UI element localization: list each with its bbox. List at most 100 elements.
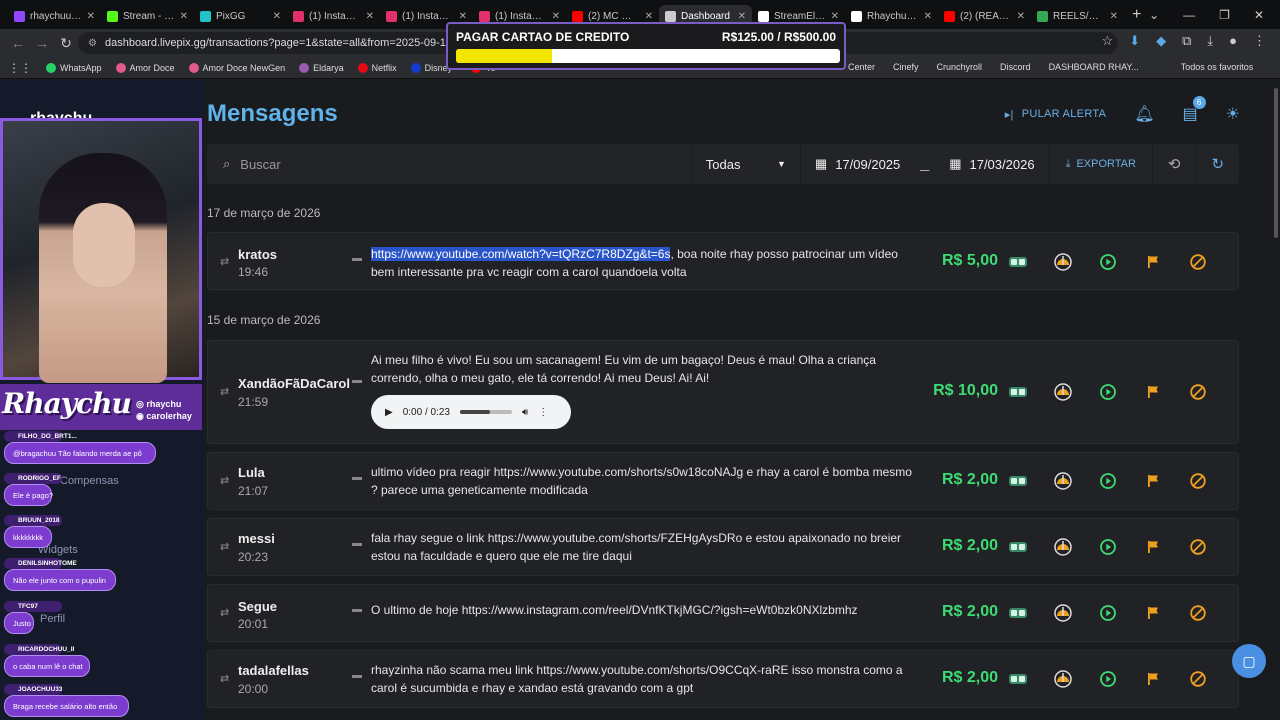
apps-grid-icon[interactable]: ⋮⋮: [8, 61, 32, 75]
close-icon[interactable]: ✕: [1254, 8, 1264, 22]
close-tab-icon[interactable]: ✕: [1110, 11, 1118, 22]
close-tab-icon[interactable]: ✕: [738, 11, 746, 22]
bookmark-star-icon[interactable]: ☆: [1102, 33, 1114, 49]
flag-icon[interactable]: [1130, 537, 1175, 557]
play-icon[interactable]: [1085, 382, 1130, 402]
donation-amount: R$ 2,00: [941, 537, 998, 554]
browser-tab[interactable]: (2) (REACT) ✕: [938, 5, 1031, 29]
bookmark-item[interactable]: Crunchyroll: [937, 62, 983, 72]
close-tab-icon[interactable]: ✕: [273, 11, 281, 22]
browser-tab[interactable]: Rhaychuchu ✕: [845, 5, 938, 29]
volume-icon[interactable]: 🔊︎: [522, 407, 528, 418]
skip-alert-button[interactable]: ▸| PULAR ALERTA: [1005, 108, 1107, 121]
new-tab-icon[interactable]: +: [1132, 6, 1141, 24]
bookmark-item[interactable]: DASHBOARD RHAY...: [1049, 62, 1139, 72]
notifications-icon[interactable]: ▤ 6: [1183, 96, 1206, 124]
flag-icon[interactable]: [1130, 382, 1175, 402]
theme-toggle-icon[interactable]: ☀: [1226, 104, 1240, 124]
play-icon[interactable]: [1085, 603, 1130, 623]
play-icon[interactable]: [1085, 471, 1130, 491]
bookmark-item[interactable]: Todos os favoritos: [1181, 62, 1254, 72]
chevron-down-icon[interactable]: ⌄: [1149, 8, 1159, 22]
play-icon[interactable]: [1085, 252, 1130, 272]
extension-icon[interactable]: ⬇: [1129, 33, 1140, 49]
play-icon[interactable]: ▶: [385, 407, 393, 418]
downloads-icon[interactable]: ⤓: [1207, 33, 1213, 49]
profile-avatar[interactable]: ●: [1229, 33, 1237, 49]
glasses-icon[interactable]: [995, 471, 1040, 491]
close-tab-icon[interactable]: ✕: [87, 11, 95, 22]
audio-seek-bar[interactable]: [459, 410, 512, 414]
bookmark-item[interactable]: WhatsApp: [46, 62, 102, 73]
extensions-puzzle-icon[interactable]: ⧉: [1182, 33, 1191, 49]
glasses-icon[interactable]: [995, 603, 1040, 623]
bookmark-item[interactable]: Amor Doce: [115, 62, 175, 73]
bookmark-item[interactable]: Cinefy: [893, 62, 919, 72]
block-icon[interactable]: [1175, 471, 1220, 491]
glasses-icon[interactable]: [995, 382, 1040, 402]
bookmark-item[interactable]: Discord: [1000, 62, 1031, 72]
close-tab-icon[interactable]: ✕: [366, 11, 374, 22]
close-tab-icon[interactable]: ✕: [1017, 11, 1025, 22]
state-select[interactable]: Todas ▼: [692, 144, 801, 184]
menu-icon[interactable]: ⋮: [1253, 33, 1266, 49]
browser-tab[interactable]: REELS/SHOR ✕: [1031, 5, 1124, 29]
browser-tab[interactable]: (1) Instagram ✕: [287, 5, 380, 29]
forward-icon[interactable]: →: [30, 35, 54, 51]
search-input[interactable]: [240, 156, 661, 172]
bookmark-item[interactable]: Eldarya: [299, 62, 344, 73]
chat-support-button[interactable]: ▢: [1232, 644, 1266, 678]
minimize-icon[interactable]: —: [1183, 8, 1195, 22]
block-icon[interactable]: [1175, 252, 1220, 272]
close-tab-icon[interactable]: ✕: [645, 11, 653, 22]
bookmark-item[interactable]: Amor Doce NewGen: [188, 62, 285, 73]
scroll-thumb[interactable]: [1274, 88, 1278, 238]
glasses-icon[interactable]: [995, 669, 1040, 689]
close-tab-icon[interactable]: ✕: [924, 11, 932, 22]
glasses-icon[interactable]: [995, 537, 1040, 557]
sync-button[interactable]: ⟲: [1151, 144, 1196, 184]
speed-gauge-icon[interactable]: [1040, 669, 1085, 689]
maximize-icon[interactable]: ❐: [1219, 8, 1230, 22]
glasses-icon[interactable]: [995, 252, 1040, 272]
browser-tab[interactable]: PixGG ✕: [194, 5, 287, 29]
block-icon[interactable]: [1175, 669, 1220, 689]
close-tab-icon[interactable]: ✕: [552, 11, 560, 22]
close-tab-icon[interactable]: ✕: [180, 11, 188, 22]
message-link[interactable]: https://www.youtube.com/watch?v=tQRzC7R8…: [371, 247, 671, 261]
close-tab-icon[interactable]: ✕: [459, 11, 467, 22]
export-button[interactable]: ⤓ EXPORTAR: [1048, 144, 1152, 184]
speed-gauge-icon[interactable]: [1040, 537, 1085, 557]
play-icon[interactable]: [1085, 669, 1130, 689]
speed-gauge-icon[interactable]: [1040, 252, 1085, 272]
bell-icon[interactable]: 🔔︎: [1134, 104, 1154, 124]
play-icon[interactable]: [1085, 537, 1130, 557]
date-from-field[interactable]: ▦ 17/09/2025: [801, 144, 914, 184]
tab-favicon-icon: [944, 11, 955, 22]
browser-tab[interactable]: rhaychuu - T ✕: [8, 5, 101, 29]
back-icon[interactable]: ←: [6, 35, 30, 51]
speed-gauge-icon[interactable]: [1040, 471, 1085, 491]
audio-player[interactable]: ▶ 0:00 / 0:23 🔊︎ ⋮: [371, 395, 571, 429]
bookmark-item[interactable]: Center: [848, 62, 875, 72]
browser-tab[interactable]: Stream - Kick ✕: [101, 5, 194, 29]
scrollbar[interactable]: [1272, 80, 1280, 720]
block-icon[interactable]: [1175, 537, 1220, 557]
donation-message: ultimo vídeo pra reagir https://www.yout…: [371, 463, 921, 499]
audio-menu-icon[interactable]: ⋮: [538, 407, 548, 418]
bookmark-item[interactable]: Netflix: [357, 62, 397, 73]
speed-gauge-icon[interactable]: [1040, 603, 1085, 623]
flag-icon[interactable]: [1130, 252, 1175, 272]
block-icon[interactable]: [1175, 603, 1220, 623]
close-tab-icon[interactable]: ✕: [831, 11, 839, 22]
speed-gauge-icon[interactable]: [1040, 382, 1085, 402]
date-to-field[interactable]: ▦ 17/03/2026: [935, 144, 1048, 184]
flag-icon[interactable]: [1130, 603, 1175, 623]
extension-icon[interactable]: ◆: [1156, 33, 1166, 49]
refresh-button[interactable]: ↻: [1195, 144, 1239, 184]
flag-icon[interactable]: [1130, 669, 1175, 689]
block-icon[interactable]: [1175, 382, 1220, 402]
reload-icon[interactable]: ↻: [54, 35, 78, 52]
site-info-icon[interactable]: ⚙: [88, 38, 97, 49]
flag-icon[interactable]: [1130, 471, 1175, 491]
